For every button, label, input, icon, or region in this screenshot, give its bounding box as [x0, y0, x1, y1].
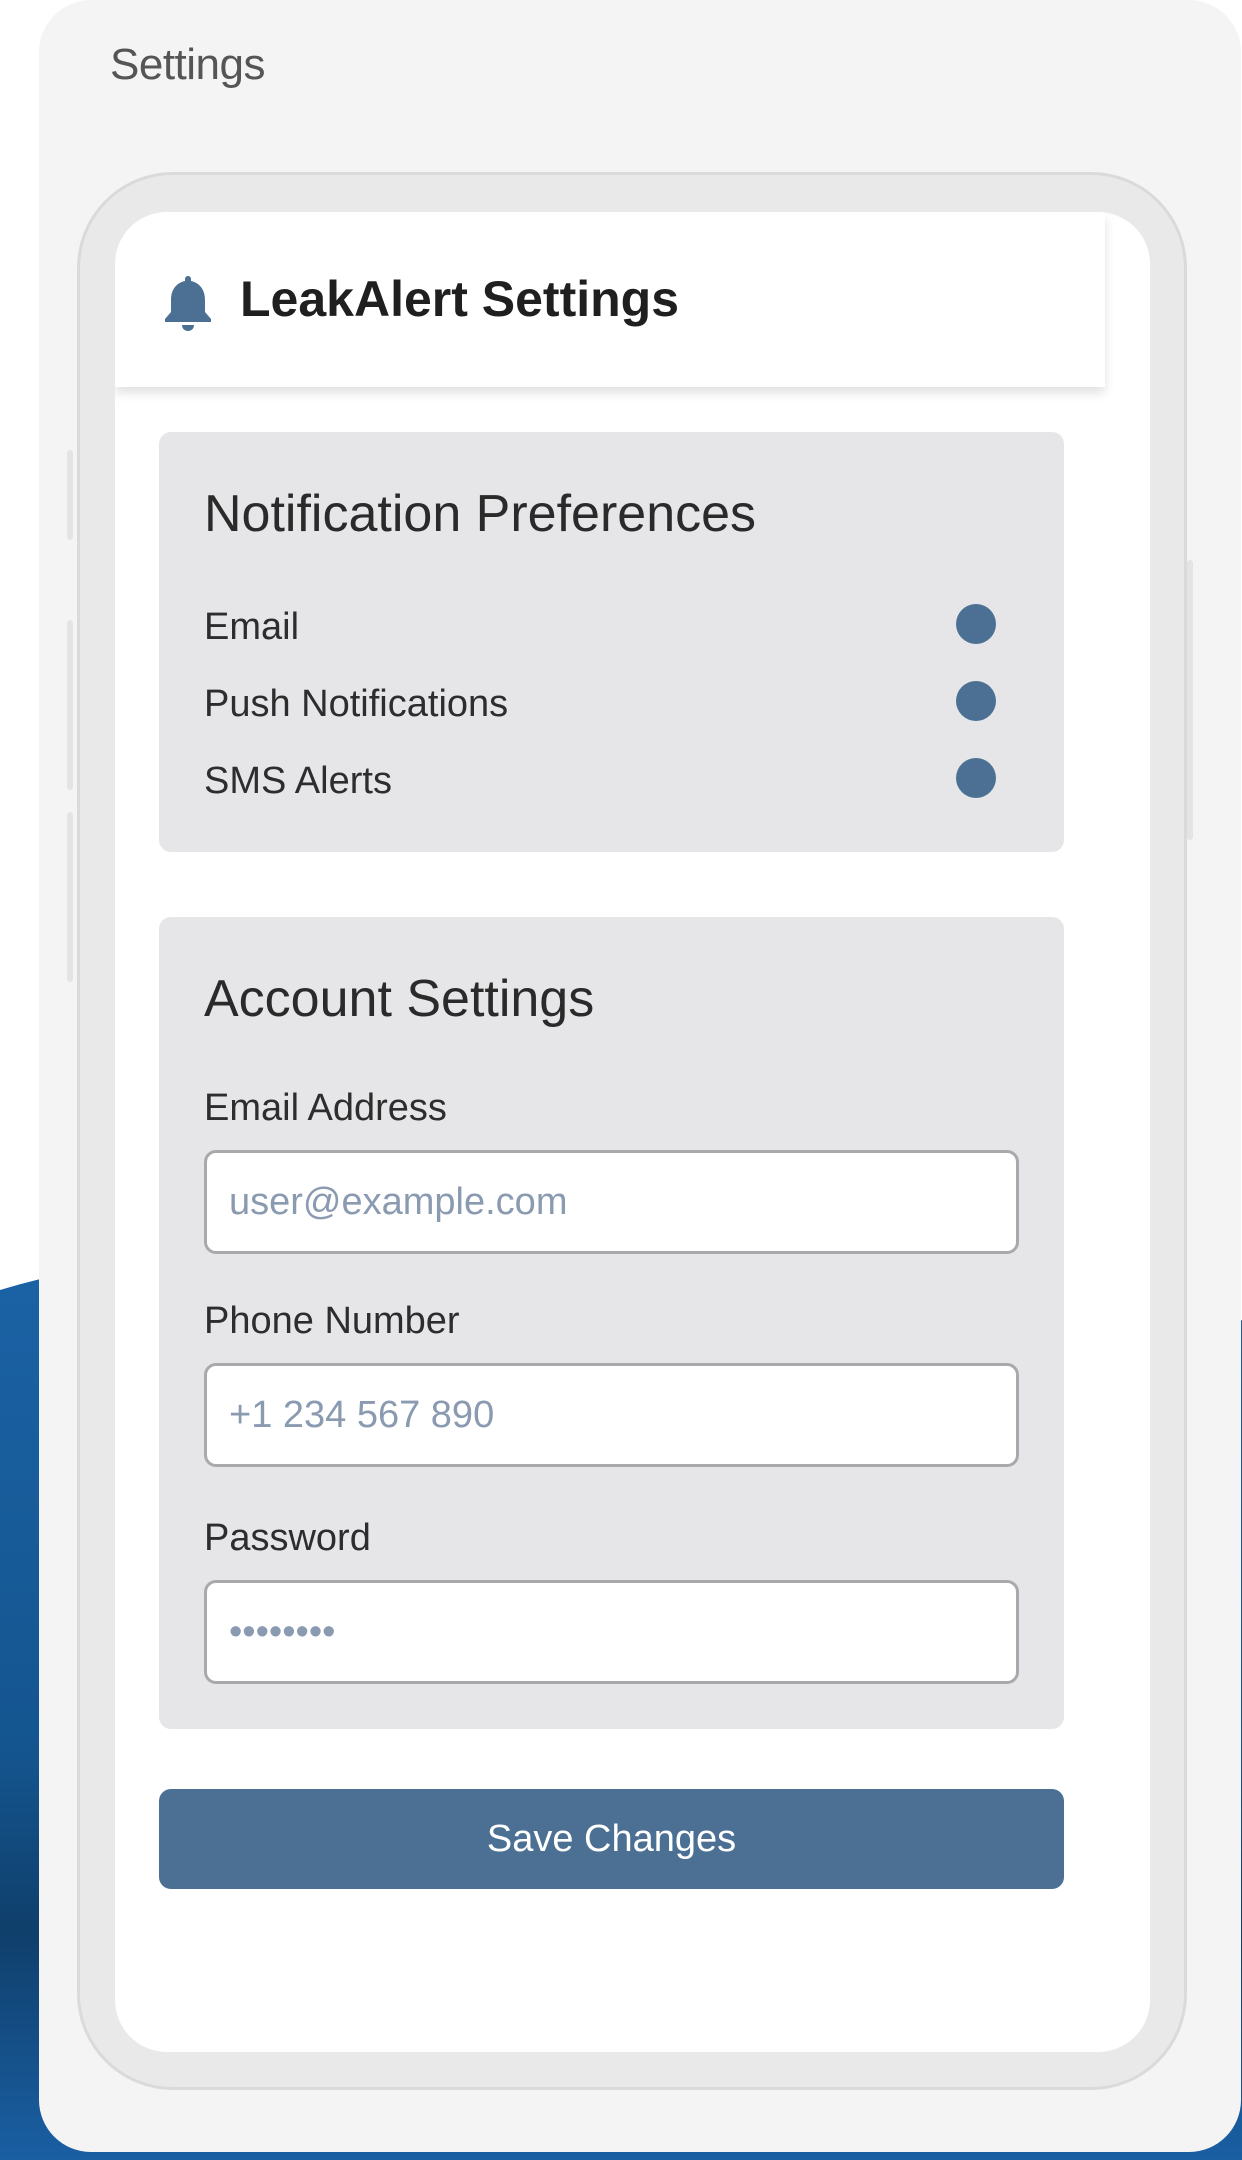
app-screen: LeakAlert Settings Notification Preferen…	[115, 212, 1150, 2052]
bell-icon	[165, 276, 211, 331]
phone-number-label: Phone Number	[204, 1300, 460, 1342]
app-title: LeakAlert Settings	[240, 271, 680, 327]
account-settings-panel: Account Settings Email Address Phone Num…	[159, 917, 1064, 1729]
notification-preferences-title: Notification Preferences	[204, 485, 757, 543]
pref-label-push: Push Notifications	[204, 683, 509, 725]
app-header: LeakAlert Settings	[115, 212, 1105, 387]
email-address-label: Email Address	[204, 1087, 447, 1129]
phone-side-button	[67, 620, 73, 790]
phone-side-button	[67, 812, 73, 982]
pref-row-email: Email	[204, 600, 996, 650]
pref-row-sms: SMS Alerts	[204, 754, 996, 804]
phone-side-button	[1187, 560, 1193, 840]
pref-label-email: Email	[204, 606, 300, 648]
phone-number-input[interactable]	[204, 1363, 1019, 1467]
pref-row-push: Push Notifications	[204, 677, 996, 727]
email-address-input[interactable]	[204, 1150, 1019, 1254]
save-changes-button[interactable]: Save Changes	[159, 1789, 1064, 1889]
sms-alerts-toggle[interactable]	[956, 758, 996, 798]
push-notifications-toggle[interactable]	[956, 681, 996, 721]
password-label: Password	[204, 1517, 371, 1559]
notification-preferences-panel: Notification Preferences Email Push Noti…	[159, 432, 1064, 852]
phone-side-button	[67, 450, 73, 540]
pref-label-sms: SMS Alerts	[204, 760, 392, 802]
password-input[interactable]	[204, 1580, 1019, 1684]
window-title: Settings	[110, 40, 265, 89]
account-settings-title: Account Settings	[204, 970, 595, 1028]
email-toggle[interactable]	[956, 604, 996, 644]
